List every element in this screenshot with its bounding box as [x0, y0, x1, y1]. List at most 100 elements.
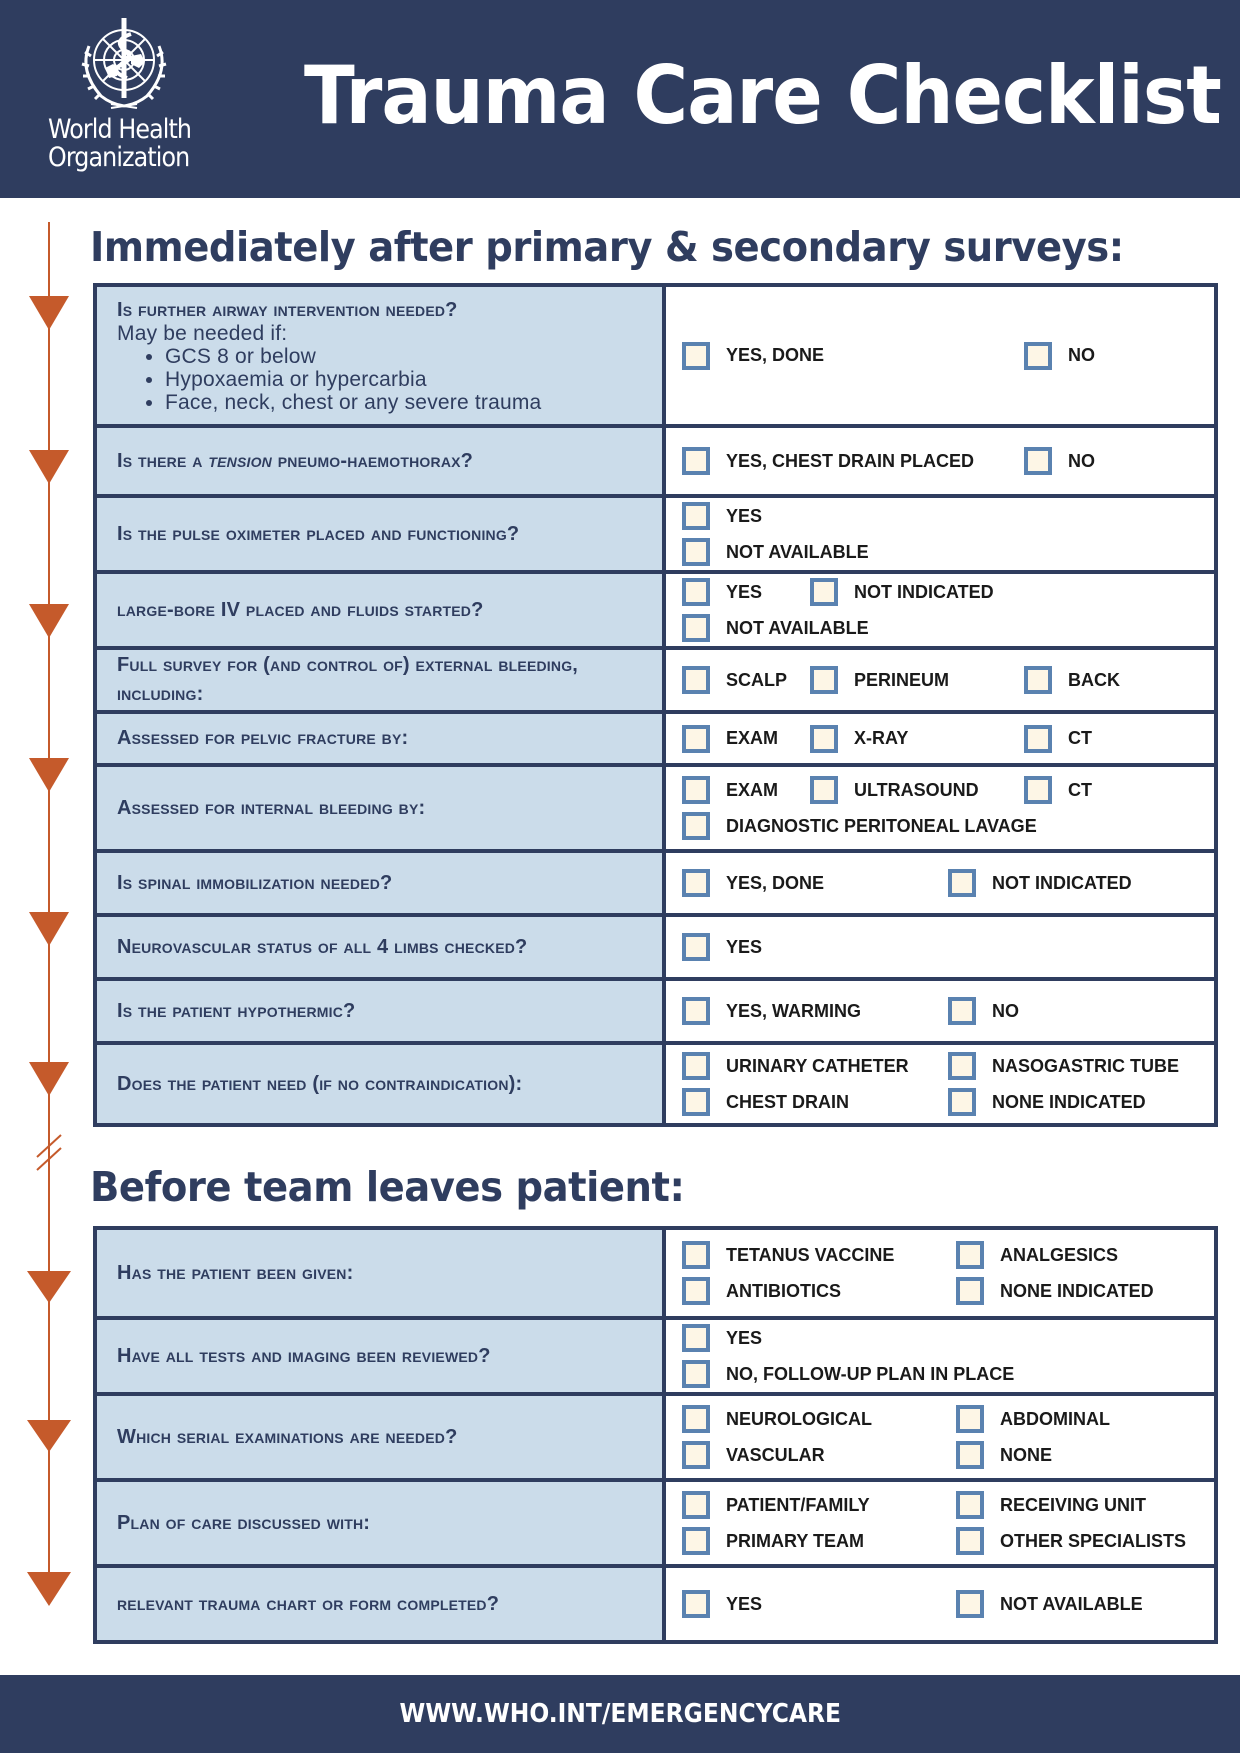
checkbox[interactable] — [682, 1491, 710, 1519]
checkbox[interactable] — [682, 341, 710, 370]
checkbox[interactable] — [810, 578, 838, 606]
option-x-ray[interactable]: X-RAY — [810, 721, 1024, 757]
option-label: OTHER SPECIALISTS — [1000, 1530, 1187, 1551]
option-not-available[interactable]: NOT AVAILABLE — [682, 534, 869, 570]
checkbox[interactable] — [956, 1441, 984, 1469]
checkbox[interactable] — [956, 1590, 984, 1618]
checkbox[interactable] — [682, 812, 710, 840]
option-not-indicated[interactable]: NOT INDICATED — [810, 574, 1024, 610]
who-logo: World Health Organization — [44, 16, 214, 181]
option-yes[interactable]: YES — [682, 929, 762, 965]
option-abdominal[interactable]: ABDOMINAL — [956, 1401, 1110, 1437]
checkbox[interactable] — [682, 1241, 710, 1269]
checkbox[interactable] — [1024, 341, 1052, 370]
checkbox[interactable] — [682, 933, 710, 961]
option-vascular[interactable]: VASCULAR — [682, 1437, 956, 1473]
option-antibiotics[interactable]: ANTIBIOTICS — [682, 1273, 956, 1309]
checkbox[interactable] — [810, 776, 838, 804]
checkbox[interactable] — [682, 538, 710, 566]
option-yes-chest-drain-placed[interactable]: YES, CHEST DRAIN PLACED — [682, 443, 1024, 479]
option-back[interactable]: BACK — [1024, 662, 1120, 698]
option-patient-family[interactable]: PATIENT/FAMILY — [682, 1487, 956, 1523]
option-none[interactable]: NONE — [956, 1437, 1052, 1473]
checkbox[interactable] — [956, 1241, 984, 1269]
checkbox[interactable] — [810, 666, 838, 694]
table-row: Assessed for pelvic fracture by: EXAM X-… — [93, 710, 1218, 767]
option-yes[interactable]: YES — [682, 574, 810, 610]
question-text: Assessed for internal bleeding by: — [117, 796, 426, 819]
option-yes[interactable]: YES — [682, 498, 1024, 534]
option-no[interactable]: NO — [1024, 338, 1095, 374]
checkbox[interactable] — [948, 1052, 976, 1080]
option-ct[interactable]: CT — [1024, 772, 1092, 808]
checkbox[interactable] — [1024, 724, 1052, 753]
checkbox[interactable] — [1024, 776, 1052, 804]
option-no[interactable]: NO — [948, 993, 1019, 1029]
checkbox[interactable] — [682, 1088, 710, 1116]
question-text: Is the pulse oximeter placed and functio… — [117, 522, 520, 545]
criteria-item: Face, neck, chest or any severe trauma — [165, 391, 662, 414]
checkbox[interactable] — [1024, 447, 1052, 475]
option-scalp[interactable]: SCALP — [682, 662, 810, 698]
checkbox[interactable] — [682, 447, 710, 475]
checkbox[interactable] — [682, 666, 710, 694]
checkbox[interactable] — [682, 1324, 710, 1352]
option-tetanus-vaccine[interactable]: TETANUS VACCINE — [682, 1237, 956, 1273]
checkbox[interactable] — [682, 869, 710, 897]
checkbox[interactable] — [810, 724, 838, 753]
checkbox[interactable] — [682, 1527, 710, 1555]
org-name-line2: Organization — [48, 142, 190, 173]
option-yes[interactable]: YES — [682, 1586, 956, 1622]
checkbox[interactable] — [956, 1405, 984, 1433]
option-none-indicated[interactable]: NONE INDICATED — [948, 1084, 1146, 1120]
option-analgesics[interactable]: ANALGESICS — [956, 1237, 1118, 1273]
option-perineum[interactable]: PERINEUM — [810, 662, 1024, 698]
checkbox[interactable] — [682, 1441, 710, 1469]
checkbox[interactable] — [682, 1360, 710, 1388]
answer-cell: URINARY CATHETER NASOGASTRIC TUBE CHEST … — [662, 1041, 1218, 1127]
option-diagnostic-peritoneal-lavage[interactable]: DIAGNOSTIC PERITONEAL LAVAGE — [682, 808, 1204, 844]
checkbox[interactable] — [682, 614, 710, 642]
answer-cell: NEUROLOGICAL ABDOMINAL VASCULAR NONE — [662, 1392, 1218, 1482]
checkbox[interactable] — [956, 1527, 984, 1555]
option-chest-drain[interactable]: CHEST DRAIN — [682, 1084, 948, 1120]
option-urinary-catheter[interactable]: URINARY CATHETER — [682, 1048, 948, 1084]
footer-url-link[interactable]: WWW.WHO.INT/EMERGENCYCARE — [399, 1699, 840, 1729]
checkbox[interactable] — [682, 997, 710, 1025]
checkbox[interactable] — [682, 1277, 710, 1305]
option-not-available[interactable]: NOT AVAILABLE — [956, 1586, 1143, 1622]
option-none-indicated[interactable]: NONE INDICATED — [956, 1273, 1154, 1309]
option-ct[interactable]: CT — [1024, 721, 1092, 757]
option-receiving-unit[interactable]: RECEIVING UNIT — [956, 1487, 1146, 1523]
option-yes-done[interactable]: YES, DONE — [682, 865, 948, 901]
checkbox[interactable] — [956, 1491, 984, 1519]
checkbox[interactable] — [948, 869, 976, 897]
option-nasogastric-tube[interactable]: NASOGASTRIC TUBE — [948, 1048, 1179, 1084]
checkbox[interactable] — [682, 776, 710, 804]
checkbox[interactable] — [682, 1052, 710, 1080]
checkbox[interactable] — [682, 724, 710, 753]
option-exam[interactable]: EXAM — [682, 772, 810, 808]
checkbox[interactable] — [682, 1590, 710, 1618]
answer-cell: YES NOT INDICATED NOT AVAILABLE — [662, 570, 1218, 650]
checkbox[interactable] — [682, 502, 710, 530]
option-not-available[interactable]: NOT AVAILABLE — [682, 610, 869, 646]
option-other-specialists[interactable]: OTHER SPECIALISTS — [956, 1523, 1186, 1559]
option-yes-warming[interactable]: YES, WARMING — [682, 993, 948, 1029]
option-primary-team[interactable]: PRIMARY TEAM — [682, 1523, 956, 1559]
option-no-follow-up-plan[interactable]: NO, FOLLOW-UP PLAN IN PLACE — [682, 1356, 1014, 1392]
checkbox[interactable] — [948, 997, 976, 1025]
option-yes[interactable]: YES — [682, 1320, 872, 1356]
checkbox[interactable] — [1024, 666, 1052, 694]
option-ultrasound[interactable]: ULTRASOUND — [810, 772, 1024, 808]
option-no[interactable]: NO — [1024, 443, 1095, 479]
option-exam[interactable]: EXAM — [682, 721, 810, 757]
checkbox[interactable] — [682, 578, 710, 606]
checkbox[interactable] — [956, 1277, 984, 1305]
option-yes-done[interactable]: YES, DONE — [682, 338, 1024, 374]
option-not-indicated[interactable]: NOT INDICATED — [948, 865, 1132, 901]
option-neurological[interactable]: NEUROLOGICAL — [682, 1401, 956, 1437]
timeline-arrow-icon — [29, 604, 69, 638]
checkbox[interactable] — [948, 1088, 976, 1116]
checkbox[interactable] — [682, 1405, 710, 1433]
